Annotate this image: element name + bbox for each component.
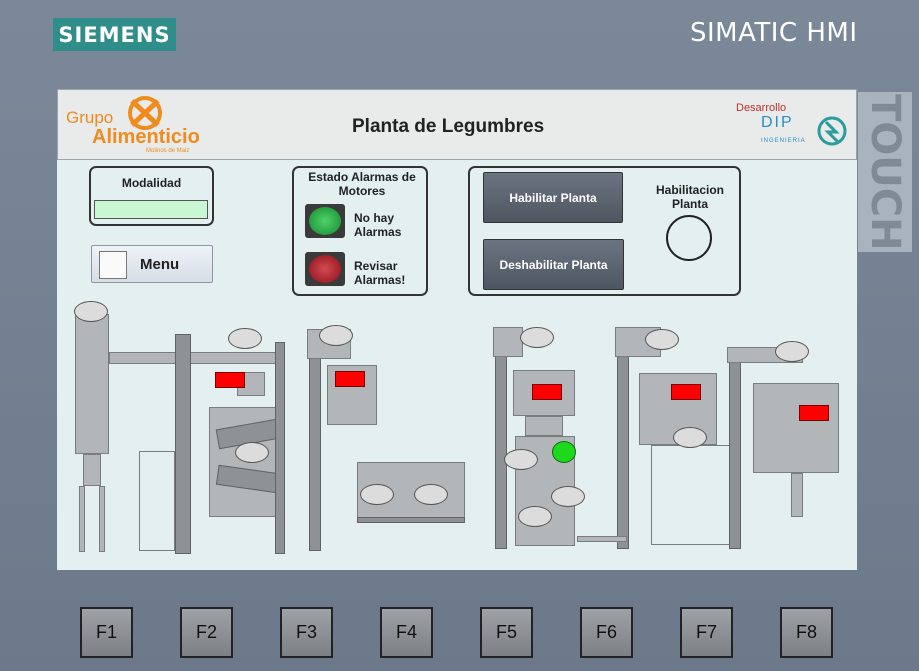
plant-enable-status-label: Habilitacion Planta xyxy=(655,183,724,211)
enable-plant-button[interactable]: Habilitar Planta xyxy=(483,172,623,223)
function-key-f3[interactable]: F3 xyxy=(280,607,333,658)
device-model-label: SIMATIC HMI xyxy=(690,18,858,48)
check-alarms-label: Revisar Alarmas! xyxy=(354,259,406,287)
storage-silo xyxy=(753,383,839,473)
motor-status-tag[interactable] xyxy=(551,486,585,507)
screen-header: Grupo Alimenticio Molinos de Maiz Planta… xyxy=(57,89,857,160)
storage-silo-outlet xyxy=(791,473,803,517)
function-key-f8[interactable]: F8 xyxy=(780,607,833,658)
elevator-head xyxy=(493,327,523,357)
function-key-f2[interactable]: F2 xyxy=(180,607,233,658)
alarm-indicator xyxy=(215,372,245,388)
menu-button-label: Menu xyxy=(140,256,180,273)
running-indicator xyxy=(552,441,576,463)
modalidad-field[interactable] xyxy=(94,200,208,219)
motor-status-tag[interactable] xyxy=(319,325,353,346)
ok-led-light xyxy=(309,207,341,235)
silo-leg xyxy=(79,486,85,552)
alarm-led-light xyxy=(309,255,341,283)
page-title: Planta de Legumbres xyxy=(352,116,545,137)
dip-logo-text: DIP xyxy=(761,114,794,131)
silo-cone xyxy=(83,454,101,486)
elevator-column xyxy=(175,334,191,554)
motor-status-tag[interactable] xyxy=(518,506,552,527)
top-conveyor xyxy=(109,352,283,364)
motor-status-tag[interactable] xyxy=(74,301,108,322)
logo-text-alimenticio: Alimenticio xyxy=(92,126,200,148)
dip-logo-subtext: INGENIERIA xyxy=(761,138,806,144)
function-key-f7[interactable]: F7 xyxy=(680,607,733,658)
logo-text-grupo: Grupo xyxy=(66,108,114,127)
dip-logo-icon xyxy=(817,116,847,146)
motor-status-tag[interactable] xyxy=(520,327,554,348)
elevator-column xyxy=(729,347,741,549)
disable-plant-button[interactable]: Deshabilitar Planta xyxy=(483,239,624,290)
motor-status-tag[interactable] xyxy=(360,484,394,505)
silo-leg xyxy=(99,486,105,552)
motor-status-tag[interactable] xyxy=(228,328,262,349)
destoner-base xyxy=(357,517,465,523)
hmi-screen: Grupo Alimenticio Molinos de Maiz Planta… xyxy=(57,89,857,570)
motor-status-tag[interactable] xyxy=(414,484,448,505)
silo-tower xyxy=(75,314,109,454)
alarm-indicator xyxy=(799,405,829,421)
stairs xyxy=(651,445,733,545)
elevator-column xyxy=(275,342,285,554)
floor-conveyor xyxy=(577,536,627,542)
no-alarms-label: No hay Alarmas xyxy=(354,211,402,239)
alarm-status-led xyxy=(305,252,345,286)
modalidad-label: Modalidad xyxy=(121,176,182,190)
function-key-f5[interactable]: F5 xyxy=(480,607,533,658)
siemens-logo: SIEMENS xyxy=(53,18,176,51)
alarm-indicator xyxy=(671,384,701,400)
elevator-column xyxy=(617,329,629,549)
motor-status-tag[interactable] xyxy=(504,449,538,470)
motor-status-tag[interactable] xyxy=(235,442,269,463)
menu-icon xyxy=(99,251,127,279)
function-key-f4[interactable]: F4 xyxy=(380,607,433,658)
plant-enable-indicator xyxy=(666,215,712,261)
alarm-indicator xyxy=(532,384,562,400)
menu-button[interactable]: Menu xyxy=(91,245,213,283)
motor-status-tag[interactable] xyxy=(645,329,679,350)
elevator-column xyxy=(495,329,507,549)
elevator-column xyxy=(309,329,321,551)
motor-status-tag[interactable] xyxy=(673,427,707,448)
function-key-f6[interactable]: F6 xyxy=(580,607,633,658)
alarm-status-title: Estado Alarmas de Motores xyxy=(308,170,416,198)
ok-status-led xyxy=(305,204,345,238)
logo-tagline: Molinos de Maiz xyxy=(146,148,190,154)
bin-cone xyxy=(525,416,563,436)
motor-status-tag[interactable] xyxy=(775,341,809,362)
dev-label: Desarrollo xyxy=(736,102,787,114)
support-frame xyxy=(139,451,175,551)
alarm-indicator xyxy=(335,371,365,387)
touch-label: TOUCH xyxy=(858,92,912,252)
function-key-f1[interactable]: F1 xyxy=(80,607,133,658)
